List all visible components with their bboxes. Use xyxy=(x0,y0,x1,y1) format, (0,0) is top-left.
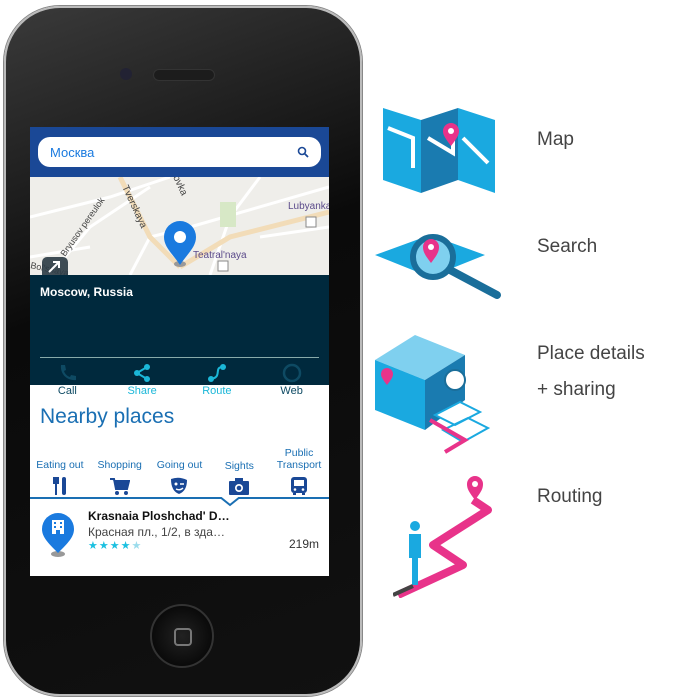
cart-icon xyxy=(109,478,130,495)
building-pin-icon xyxy=(42,513,74,557)
top-bar: Москва xyxy=(30,127,329,177)
tab-indicator xyxy=(30,497,329,507)
search-icon[interactable] xyxy=(297,146,309,158)
place-title: Moscow, Russia xyxy=(40,285,133,299)
home-button[interactable] xyxy=(150,604,214,668)
call-button[interactable]: Call xyxy=(30,363,105,397)
rating-stars: ★★★★★ xyxy=(88,540,143,552)
share-icon xyxy=(134,364,151,382)
fork-knife-icon xyxy=(52,477,66,495)
web-button[interactable]: Web xyxy=(254,363,329,397)
search-illustration xyxy=(375,234,501,299)
list-item[interactable]: Krasnaia Ploshchad' D… Красная пл., 1/2,… xyxy=(30,505,329,557)
feature-label-search: Search xyxy=(537,236,598,257)
map-view[interactable]: Tverskaya Bryusov pereulok ovka Lubyanka… xyxy=(30,177,329,275)
tab-public-transport[interactable]: Public Transport xyxy=(269,447,329,495)
place-distance: 219m xyxy=(288,537,319,551)
speaker xyxy=(153,69,215,81)
map-illustration xyxy=(383,108,495,193)
tab-going-out[interactable]: Going out xyxy=(150,447,210,495)
camera xyxy=(120,68,132,80)
map-label: Lubyanka xyxy=(288,201,329,212)
map-label: Teatral'naya xyxy=(193,250,247,261)
bus-icon xyxy=(291,477,308,495)
phone-icon xyxy=(61,365,77,381)
category-tabs: Eating out Shopping Going out Sights Pub… xyxy=(30,447,329,495)
tab-shopping[interactable]: Shopping xyxy=(90,447,150,495)
share-button[interactable]: Share xyxy=(105,363,180,397)
mask-icon xyxy=(171,477,188,494)
place-details-illustration xyxy=(375,335,491,454)
feature-label-sharing: + sharing xyxy=(537,379,616,400)
feature-label-map: Map xyxy=(537,129,574,150)
feature-label-place-details: Place details xyxy=(537,343,645,364)
feature-label-routing: Routing xyxy=(537,486,603,507)
tab-sights[interactable]: Sights xyxy=(209,447,269,495)
globe-icon xyxy=(282,363,301,383)
place-address: Красная пл., 1/2, в зда… xyxy=(88,525,225,539)
route-button[interactable]: Route xyxy=(180,363,255,397)
place-details-panel: Moscow, Russia Call Share Route Web xyxy=(30,275,329,397)
tab-eating-out[interactable]: Eating out xyxy=(30,447,90,495)
routing-illustration xyxy=(393,476,492,598)
camera-icon xyxy=(229,478,250,495)
route-icon xyxy=(207,364,226,382)
search-input[interactable]: Москва xyxy=(38,137,321,167)
place-name: Krasnaia Ploshchad' D… xyxy=(88,509,230,523)
search-value: Москва xyxy=(50,144,95,160)
map-label: ovka xyxy=(170,177,189,198)
app-screen: Москва Tverskaya Bryusov pereulok ovka L… xyxy=(30,127,329,576)
